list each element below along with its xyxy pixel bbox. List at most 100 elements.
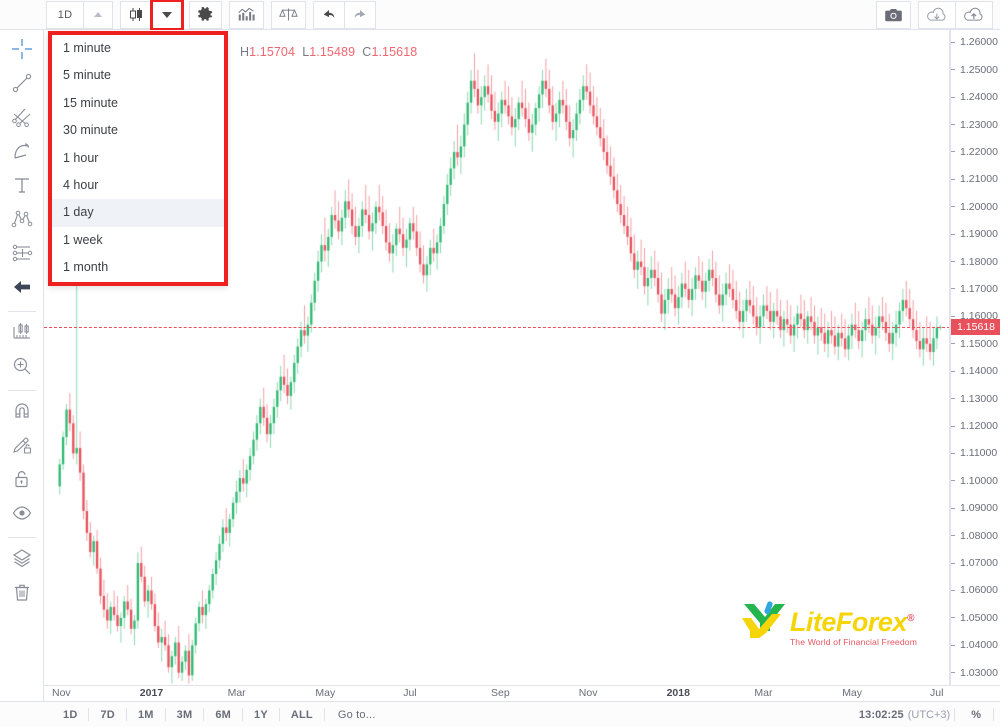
- price-tick: 1.18000: [951, 255, 1000, 269]
- timeframe-dropdown-menu[interactable]: 1 minute 5 minute 15 minute 30 minute 1 hour…: [48, 31, 228, 286]
- timeframe-button[interactable]: 1D: [46, 0, 84, 29]
- top-toolbar: 1D: [0, 0, 1000, 31]
- range-button-1M[interactable]: 1M: [127, 703, 165, 727]
- price-tick: 1.13000: [951, 392, 1000, 406]
- price-tick: 1.25000: [951, 63, 1000, 77]
- sidebar-item-layers[interactable]: [2, 543, 42, 577]
- go-to-button[interactable]: Go to...: [325, 703, 387, 727]
- chevron-up-icon: [94, 12, 102, 17]
- price-tick: 1.05000: [951, 611, 1000, 625]
- time-tick: 2018: [666, 687, 690, 699]
- ohlc-low-value: 1.15489: [309, 45, 356, 59]
- sidebar-item-pencil-lock[interactable]: [2, 430, 42, 464]
- gear-icon: [197, 6, 214, 23]
- measure-icon: [11, 321, 33, 348]
- snapshot-button[interactable]: [876, 1, 911, 29]
- dropdown-item-1-hour[interactable]: 1 hour: [52, 144, 224, 172]
- time-tick: Sep: [491, 687, 510, 699]
- price-tick: 1.17000: [951, 282, 1000, 296]
- dropdown-item-15-minute[interactable]: 15 minute: [52, 89, 224, 118]
- time-tick: Mar: [227, 687, 246, 699]
- sidebar-item-magnet[interactable]: [2, 396, 42, 430]
- toolbar-right-group: [876, 1, 993, 29]
- price-tick: 1.12000: [951, 419, 1000, 433]
- liteforex-watermark: LiteForex® The World of Financial Freedo…: [738, 598, 917, 647]
- sidebar-item-pattern[interactable]: [2, 204, 42, 238]
- price-tick: 1.11000: [951, 446, 1000, 460]
- sidebar-item-forecast[interactable]: [2, 238, 42, 272]
- price-tick: 1.20000: [951, 200, 1000, 214]
- current-price-badge: 1.15618: [951, 318, 1000, 335]
- price-tick: 1.26000: [951, 35, 1000, 49]
- ohlc-close-value: 1.15618: [371, 45, 418, 59]
- candlestick-icon: [128, 6, 145, 23]
- zoom-in-icon: [11, 355, 33, 382]
- save-chart-button[interactable]: [955, 1, 993, 29]
- dropdown-item-5-minute[interactable]: 5 minute: [52, 62, 224, 90]
- clock-timezone: (UTC+3): [907, 708, 951, 721]
- time-axis[interactable]: Nov 2017 Mar May Jul Sep Nov 2018 Mar May Jul: [44, 685, 1000, 701]
- sidebar-item-visibility[interactable]: [2, 498, 42, 532]
- undo-button[interactable]: [313, 0, 345, 29]
- sidebar-item-arrow[interactable]: [2, 272, 42, 306]
- trading-chart-app: 1D H1.15704 L1.15489 C1.15618 LiteForex®…: [0, 0, 1000, 727]
- ohlc-high-value: 1.15704: [249, 45, 296, 59]
- sidebar-divider: [7, 537, 36, 538]
- indicators-button[interactable]: [229, 0, 264, 29]
- chevron-down-icon: [162, 11, 172, 18]
- compare-button[interactable]: [271, 0, 306, 29]
- liteforex-brand: LiteForex®: [789, 607, 914, 638]
- redo-button[interactable]: [344, 0, 376, 29]
- range-button-3M[interactable]: 3M: [166, 703, 204, 727]
- time-tick: May: [842, 687, 863, 699]
- range-button-7D[interactable]: 7D: [89, 703, 125, 727]
- dropdown-item-1-week[interactable]: 1 week: [52, 226, 224, 255]
- arrow-left-icon: [11, 276, 33, 303]
- sidebar-item-crosshair[interactable]: [2, 34, 42, 68]
- price-tick: 1.15000: [951, 337, 1000, 351]
- price-tick: 1.21000: [951, 172, 1000, 186]
- ohlc-high-label: H: [240, 45, 250, 59]
- price-tick: 1.09000: [951, 501, 1000, 515]
- timeframe-dropdown-toggle[interactable]: [150, 0, 184, 31]
- load-chart-button[interactable]: [918, 1, 956, 29]
- range-button-6M[interactable]: 6M: [204, 703, 242, 727]
- toolbar-collapse-button[interactable]: [83, 0, 113, 29]
- sidebar-item-trend-line[interactable]: [2, 68, 42, 102]
- price-axis[interactable]: 1.26000 1.25000 1.24000 1.23000 1.22000 1.210…: [950, 30, 1000, 685]
- dropdown-item-1-minute[interactable]: 1 minute: [52, 35, 224, 63]
- sidebar-item-text[interactable]: [2, 170, 42, 204]
- range-button-1D[interactable]: 1D: [52, 703, 88, 727]
- sidebar-item-curve[interactable]: [2, 136, 42, 170]
- sidebar-item-zoom-in[interactable]: [2, 351, 42, 385]
- price-tick: 1.22000: [951, 145, 1000, 159]
- percent-toggle[interactable]: %: [959, 709, 993, 721]
- price-tick: 1.14000: [951, 364, 1000, 378]
- dropdown-item-4-hour[interactable]: 4 hour: [52, 171, 224, 200]
- range-button-ALL[interactable]: ALL: [280, 703, 324, 727]
- range-button-1Y[interactable]: 1Y: [243, 703, 279, 727]
- sidebar-item-fib-channels[interactable]: [2, 102, 42, 136]
- range-buttons-group: 1D 7D 1M 3M 6M 1Y ALL Go to...: [52, 703, 387, 727]
- sidebar-item-trash[interactable]: [2, 577, 42, 611]
- sidebar-divider: [7, 390, 36, 391]
- dropdown-item-1-month[interactable]: 1 month: [52, 254, 224, 282]
- status-divider: [993, 708, 994, 721]
- chart-settings-button[interactable]: [189, 0, 222, 29]
- chart-type-button[interactable]: [120, 0, 153, 29]
- current-price-line: [44, 326, 949, 328]
- liteforex-logo-mark: [738, 598, 788, 647]
- compare-scales-icon: [279, 6, 298, 23]
- magnet-icon: [11, 400, 33, 427]
- sidebar-item-lock[interactable]: [2, 464, 42, 498]
- toolbar-left-group: 1D: [46, 0, 376, 31]
- sidebar-item-measure[interactable]: [2, 317, 42, 351]
- undo-arrow-icon: [321, 7, 337, 22]
- dropdown-item-1-day[interactable]: 1 day: [52, 199, 224, 227]
- status-group: 13:02:25 (UTC+3) %: [859, 708, 994, 721]
- time-tick: Nov: [52, 687, 71, 699]
- dropdown-item-30-minute[interactable]: 30 minute: [52, 117, 224, 145]
- price-tick: 1.04000: [951, 638, 1000, 652]
- redo-arrow-icon: [352, 7, 368, 22]
- cloud-upload-icon: [963, 7, 985, 24]
